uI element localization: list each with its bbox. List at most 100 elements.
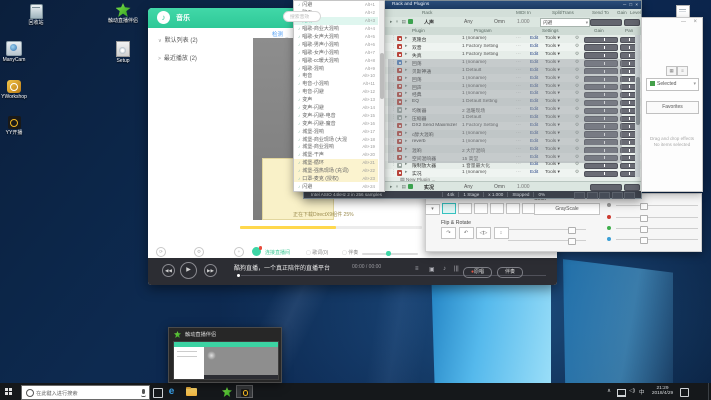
edit-button[interactable]: Edit [530,52,538,57]
lyrics-item[interactable]: 歌词(0) [306,249,328,256]
edit-button[interactable]: Edit [530,36,538,41]
check-update-link[interactable]: 检测 [272,30,283,38]
volume-icon[interactable]: ◁) [629,388,635,394]
drag-handle-icon[interactable]: ⋮ [391,44,396,49]
preset-row[interactable]: ♪ 变声-闪避-魔音 Alt+16 [294,119,378,127]
layout-option[interactable] [458,203,472,214]
seek-handle[interactable] [237,274,240,277]
preset-row[interactable]: ♪ 城堡-干声 Alt+20 [294,151,378,159]
red-slider[interactable] [616,217,698,218]
taskbar-icon-explorer[interactable] [183,385,200,398]
tools-dropdown[interactable]: Tools ▾ [545,162,560,167]
flip-rotate-button[interactable]: ◁▷ [476,227,491,239]
desktop-icon-setup[interactable]: Setup [101,41,145,64]
speaker-icon[interactable]: ▸ [405,170,407,175]
preset-row[interactable]: ♪ 城堡-循环 Alt+21 [294,159,378,167]
preset-row[interactable]: ♪ 唱歌-cc暖大混响 Alt+8 [294,56,378,64]
flip-rotate-button[interactable]: ↕ [494,227,509,239]
thumbnail-preview-image[interactable] [173,341,279,380]
flip-rotate-button[interactable]: ↷ [441,227,456,239]
microphone-icon[interactable] [142,389,145,394]
desktop-icon-yworkshop[interactable]: YWorkshop [0,80,36,100]
taskbar-icon-manycam[interactable] [201,385,218,398]
adjust-slider[interactable] [508,240,586,241]
green-slider[interactable] [616,228,698,229]
edit-button[interactable]: Edit [530,170,538,175]
tools-dropdown[interactable]: Tools ▾ [545,52,560,57]
preset-row[interactable]: ♪ 城堡-商业混响 Alt+19 [294,143,378,151]
equalizer-icon[interactable]: ||| [454,266,459,272]
midi-mode-value[interactable]: Omn [494,19,505,25]
adjust-slider[interactable] [508,229,586,230]
volume-mini-slider[interactable] [362,253,418,255]
network-icon[interactable] [617,389,626,397]
accompaniment-button[interactable]: 伴奏 [497,267,523,278]
speaker-icon[interactable]: ▸ [405,44,407,49]
add-icon[interactable]: + [234,247,244,257]
taskbar-thumbnail-preview[interactable]: 触动直播伴侣 [168,327,282,383]
preset-row[interactable]: ♪ 电音 Alt+10 [294,72,378,80]
play-button[interactable]: ▶ [180,262,197,279]
desktop-icon-yy[interactable]: YY开播 [0,116,36,136]
speaker-icon[interactable]: ▸ [405,162,407,167]
connect-status-icon[interactable] [252,247,261,256]
start-button[interactable] [5,388,12,395]
rack-gain-bar[interactable] [590,184,622,191]
preset-search-input[interactable]: 搜索音效 [283,11,321,22]
layout-option[interactable] [506,203,520,214]
plugin-scrollbar[interactable] [635,35,640,177]
preset-row[interactable]: ♪ 变声-闪避-电音 Alt+15 [294,111,378,119]
taskbar-icon-edge[interactable]: e [163,385,180,398]
desktop-icon-recycle-bin[interactable]: 回收站 [14,4,58,26]
preset-row[interactable]: ♪ 唱歌-混响 Alt+9 [294,64,378,72]
video-mode-icon[interactable]: ▣ [429,266,435,273]
tray-chevron-icon[interactable]: ∧ [607,388,611,394]
taskbar-icon-streamer[interactable] [219,385,236,398]
task-view-button[interactable] [153,388,163,398]
tools-dropdown[interactable]: Tools ▾ [545,44,560,49]
preset-row[interactable]: ♪ 变声 Alt+13 [294,96,378,104]
rack-gain-bar[interactable] [590,19,622,26]
preset-row[interactable]: ♪ 变声-闪避 Alt+14 [294,104,378,112]
gear-icon[interactable]: ⚙ [575,162,579,167]
close-icon[interactable]: × [693,19,697,25]
preset-row[interactable]: ♪ 电音-小混响 Alt+11 [294,80,378,88]
grid-view-icon[interactable]: ▦ [666,66,677,76]
accompaniment-item[interactable]: 伴奏 [342,249,358,256]
grayscale-button[interactable]: GrayScale [534,203,600,215]
tools-dropdown[interactable]: Tools ▾ [545,170,560,175]
midi-in-value[interactable]: Any [464,19,473,25]
brightness-slider[interactable] [616,205,698,206]
edit-button[interactable]: Edit [530,162,538,167]
tools-dropdown[interactable]: Tools ▾ [545,36,560,41]
blue-slider[interactable] [616,239,698,240]
minimize-icon[interactable]: — [681,19,686,25]
speaker-icon[interactable]: ▸ [405,36,407,41]
refresh-icon[interactable]: ⟳ [156,247,166,257]
desktop-icon-streamer[interactable]: 触动直播伴侣 [101,3,145,24]
speaker-icon[interactable]: ▸ [405,52,407,57]
preset-scrollbar[interactable] [379,1,384,191]
layout-option[interactable] [490,203,504,214]
layout-option[interactable] [474,203,488,214]
sound-effect-icon[interactable]: ♪ [443,266,446,272]
plugin-program[interactable]: 1 Factory Setting [462,52,514,57]
drag-handle-icon[interactable]: ⋮ [391,36,396,41]
category-dropdown[interactable]: Selected▾ [646,78,699,91]
list-view-icon[interactable]: ≡ [677,66,688,76]
connect-status-label[interactable]: 连接直播间 [265,249,290,256]
drag-handle-icon[interactable]: ⋮ [391,170,396,175]
favorites-button[interactable]: Favorites [646,101,699,114]
tray-clock[interactable]: 21:29 2018/4/29 [649,386,676,398]
layout-option[interactable] [442,203,456,214]
edit-button[interactable]: Edit [530,44,538,49]
midi-mode-value[interactable]: Omn [494,184,505,190]
desktop-icon-manycam[interactable]: ManyCam [0,41,36,63]
playlist-icon[interactable]: ≡ [415,266,419,272]
preset-row[interactable]: ♪ 闪避 Alt+1 [294,1,378,9]
action-center-icon[interactable] [680,388,689,397]
taskbar-icon-yy-active[interactable] [236,385,253,398]
original-vocal-button[interactable]: ●原唱 [463,267,492,278]
gear-icon[interactable]: ⚙ [575,36,579,41]
previous-track-button[interactable]: ◀◀ [162,264,175,277]
